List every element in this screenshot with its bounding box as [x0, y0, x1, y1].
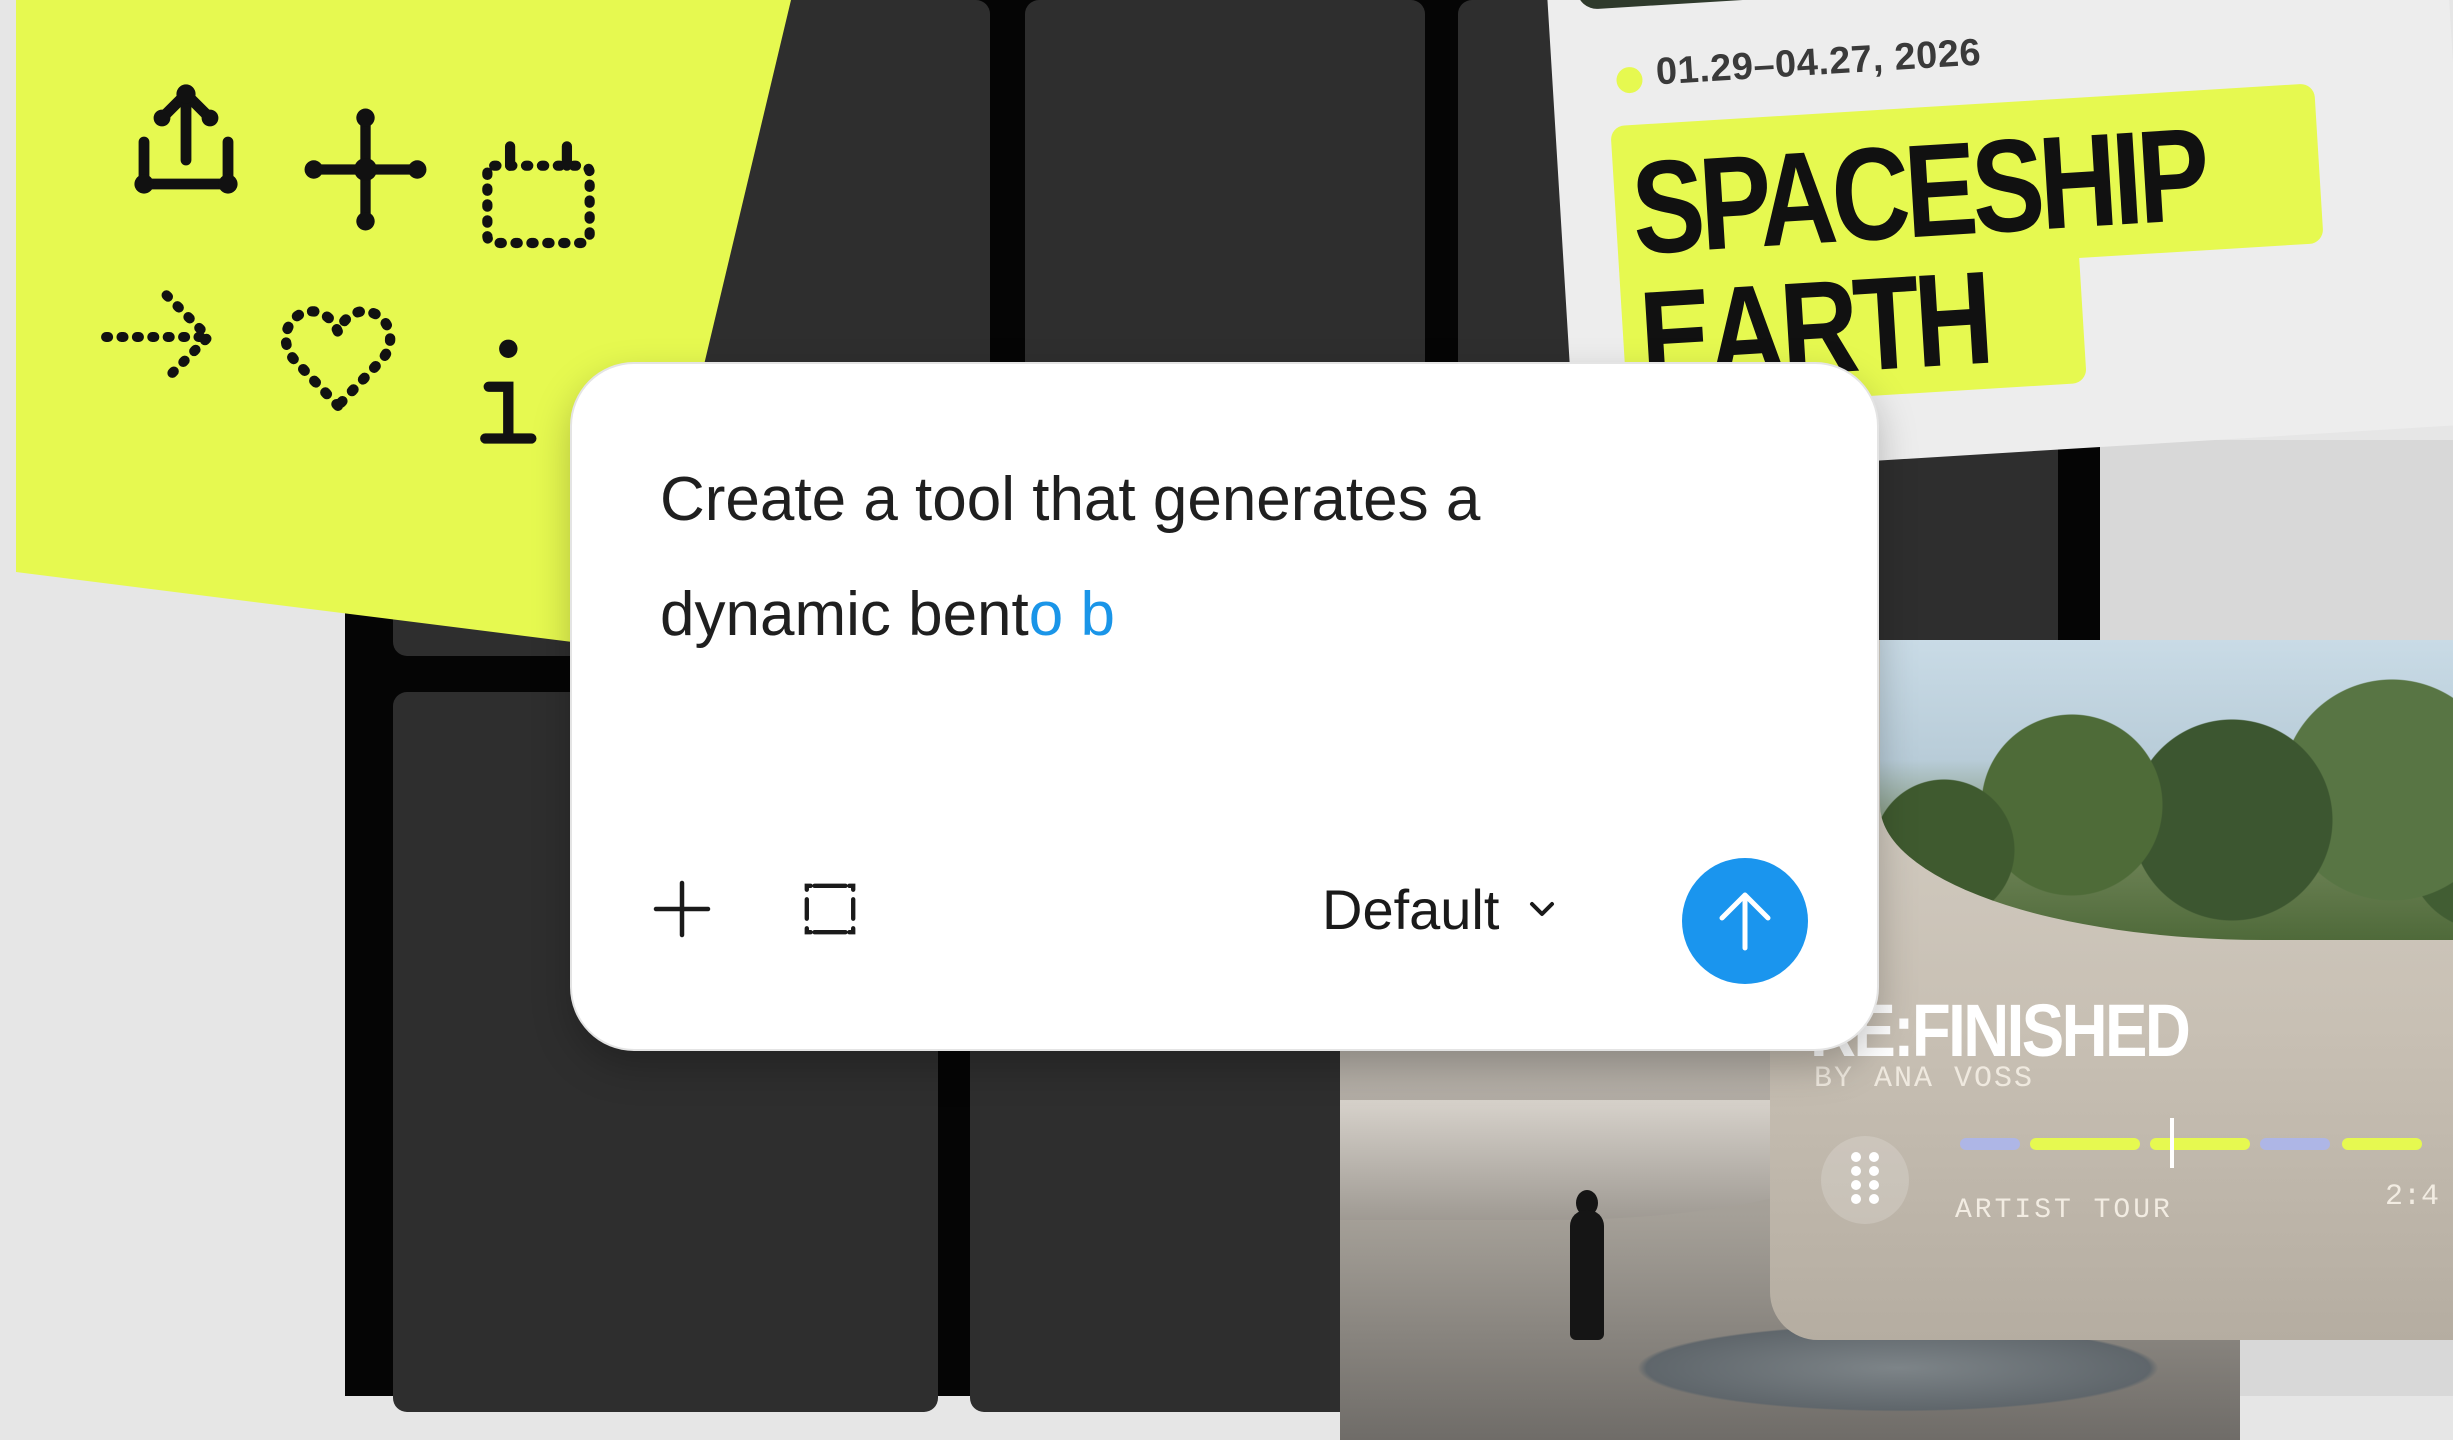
model-selector[interactable]: Default — [1322, 869, 1557, 949]
frame-select-icon — [804, 883, 856, 935]
heart-glyph-icon — [278, 300, 398, 415]
arrow-right-glyph-icon — [96, 282, 226, 392]
prompt-autocomplete-suggestion: o b — [1028, 580, 1115, 649]
track-time: 2:4 — [2385, 1180, 2440, 1214]
waveform-segment — [2342, 1138, 2422, 1150]
frame-select-button[interactable] — [790, 869, 870, 949]
track-artist: BY ANA VOSS — [1814, 1062, 2035, 1096]
waveform-segment — [2150, 1138, 2250, 1150]
send-button[interactable] — [1682, 858, 1808, 984]
person-silhouette — [1570, 1210, 1604, 1340]
waveform-segment — [1960, 1138, 2020, 1150]
album-photo — [1880, 640, 2453, 940]
model-selector-label: Default — [1322, 877, 1500, 941]
calendar-glyph-icon — [476, 140, 601, 255]
exhibition-date: 01.29–04.27, 2026 — [1654, 31, 1983, 94]
prompt-typed-text: dynamic bent — [660, 580, 1029, 649]
playhead-icon[interactable] — [2170, 1118, 2174, 1168]
photo-strip — [1574, 0, 1878, 11]
share-glyph-icon — [126, 82, 246, 202]
arrow-up-icon — [1719, 892, 1771, 951]
waveform-segment — [2260, 1138, 2330, 1150]
waveform-segment — [2030, 1138, 2140, 1150]
chevron-down-icon — [1530, 902, 1555, 916]
status-dot — [1615, 66, 1644, 94]
prompt-input[interactable]: Create a tool that generates a dynamic b… — [660, 442, 1790, 672]
plus-icon — [653, 880, 711, 938]
track-tag: ARTIST TOUR — [1955, 1195, 2173, 1226]
info-glyph-icon — [471, 335, 541, 450]
prompt-line-2: dynamic bento b — [660, 557, 1790, 672]
move-glyph-icon — [304, 108, 427, 231]
add-attachment-button[interactable] — [642, 869, 722, 949]
prompt-line-1: Create a tool that generates a — [660, 465, 1481, 534]
prompt-composer: Create a tool that generates a dynamic b… — [572, 364, 1877, 1049]
pause-icon[interactable] — [1820, 1135, 1910, 1225]
